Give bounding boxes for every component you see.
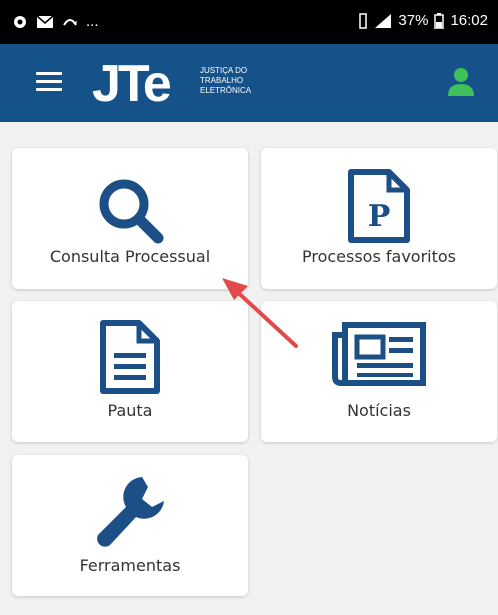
document-p-icon: P: [348, 169, 410, 243]
settings-icon: [14, 15, 26, 28]
logo-subtext-line-1: JUSTIÇA DO: [200, 66, 248, 75]
status-dots: ...: [86, 13, 99, 30]
signal-icon: [375, 13, 392, 28]
logo-subtext-line-3: ELETRÔNICA: [200, 86, 252, 95]
tile-consulta-processual-label: Consulta Processual: [49, 247, 211, 266]
logo: JTe: [92, 55, 172, 113]
tile-consulta-processual[interactable]: Consulta Processual: [12, 148, 248, 289]
user-icon[interactable]: [446, 66, 476, 96]
logo-subtext-line-2: TRABALHO: [200, 76, 244, 85]
sync-icon: [63, 18, 77, 26]
svg-text:P: P: [368, 199, 391, 234]
menu-icon[interactable]: [36, 72, 62, 92]
tile-processos-favoritos-label: Processos favoritos: [301, 247, 457, 266]
status-left: ...: [12, 13, 99, 30]
app-header: JTe JUSTIÇA DO TRABALHO ELETRÔNICA: [0, 44, 498, 122]
tile-processos-favoritos[interactable]: P Processos favoritos: [261, 148, 497, 289]
tile-noticias[interactable]: Notícias: [261, 301, 497, 442]
tile-noticias-label: Notícias: [347, 401, 411, 420]
status-bar: ... 37% 16:02: [0, 0, 498, 44]
clock: 16:02: [450, 12, 488, 29]
document-icon: [100, 320, 160, 394]
logo-subtext: JUSTIÇA DO TRABALHO ELETRÔNICA: [200, 66, 251, 96]
mail-icon: [36, 14, 54, 28]
tile-ferramentas[interactable]: Ferramentas: [12, 455, 248, 596]
tile-pauta-label: Pauta: [107, 401, 153, 420]
battery-icon: [434, 12, 445, 29]
wrench-icon: [97, 477, 164, 547]
search-icon: [99, 179, 164, 244]
tile-ferramentas-label: Ferramentas: [79, 556, 181, 575]
status-right: 37% 16:02: [358, 12, 488, 29]
vibrate-icon: [359, 12, 368, 29]
tile-pauta[interactable]: Pauta: [12, 301, 248, 442]
newspaper-icon: [332, 322, 426, 386]
battery-percent: 37%: [398, 12, 429, 29]
